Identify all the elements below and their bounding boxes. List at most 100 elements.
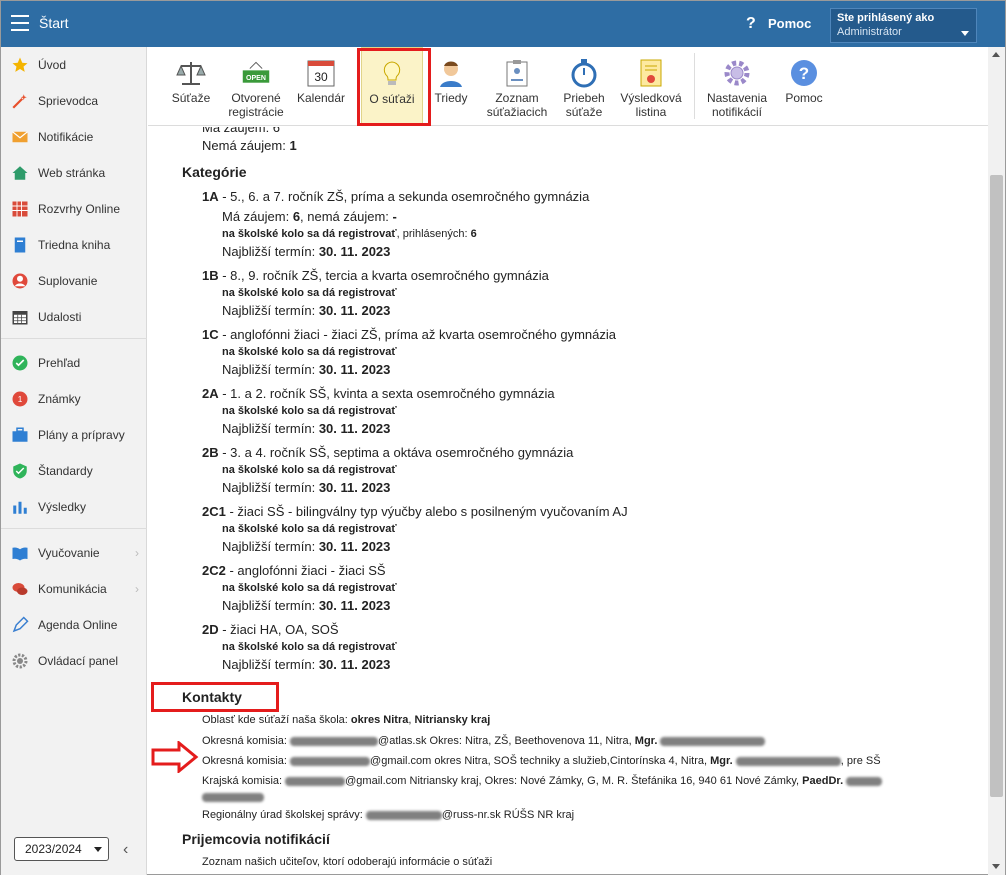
term-value: 30. 11. 2023 [318, 598, 391, 613]
scales-icon [176, 58, 206, 88]
contact-label: Okresná komisia: [202, 735, 291, 747]
contact-address: Nitriansky kraj, Okres: Nové Zámky, G, M… [406, 775, 803, 787]
sidebar-item-rozvrhy[interactable]: Rozvrhy Online [1, 193, 147, 225]
red-arrow-icon [151, 741, 199, 773]
chevron-down-icon [94, 847, 102, 852]
contact-title: Mgr. [634, 735, 658, 747]
sidebar-item-suplovanie[interactable]: Suplovanie [1, 265, 147, 297]
sidebar-item-znamky[interactable]: 1 Známky [1, 383, 147, 415]
toolbar-pomoc-button[interactable]: ? Pomoc [780, 47, 828, 126]
category-code: 1C [202, 327, 219, 342]
house-icon [11, 164, 29, 182]
sidebar-item-web-stranka[interactable]: Web stránka [1, 157, 147, 189]
sidebar-item-label: Udalosti [38, 310, 82, 324]
help-button[interactable]: ? Pomoc [746, 15, 811, 33]
student-icon [436, 58, 466, 88]
redacted-text [285, 776, 346, 786]
toolbar-priebeh-sutaze-button[interactable]: Priebeh súťaže [558, 47, 610, 126]
star-icon [11, 56, 29, 74]
contact-okresna-komisia-2: Okresná komisia: @gmail.com okres Nitra,… [202, 755, 881, 767]
toolbar-label: Pomoc [785, 91, 823, 105]
category-interest: Má záujem: 6, nemá záujem: - [222, 209, 397, 224]
sidebar-item-komunikacia[interactable]: Komunikácia › [1, 573, 147, 605]
sidebar-item-vysledky[interactable]: Výsledky [1, 491, 147, 523]
toolbar-label: súťažiacich [486, 105, 548, 119]
svg-text:1: 1 [18, 395, 23, 404]
category-title: 1A - 5., 6. a 7. ročník ZŠ, príma a seku… [202, 189, 589, 204]
school-year-select[interactable]: 2023/2024 [14, 837, 109, 861]
collapse-sidebar-icon[interactable]: ‹ [123, 841, 128, 859]
category-desc: - 1. a 2. ročník SŠ, kvinta a sexta osem… [218, 386, 555, 401]
scroll-up-icon[interactable] [992, 52, 1000, 57]
category-code: 2C1 [202, 504, 226, 519]
toolbar-label: Priebeh [563, 91, 605, 105]
toolbar-label: Triedy [434, 91, 468, 105]
chevron-down-icon [961, 31, 969, 36]
redacted-text [290, 756, 371, 766]
user-menu[interactable]: Ste prihlásený ako Administrátor [830, 8, 977, 43]
toolbar-vysledkova-listina-button[interactable]: Výsledková listina [616, 47, 686, 126]
term-value: 30. 11. 2023 [318, 244, 391, 259]
contact-email[interactable]: @atlas.sk [378, 735, 426, 747]
contact-note: , pre SŠ [840, 755, 881, 767]
chevron-right-icon: › [135, 546, 139, 560]
pen-icon [11, 616, 29, 634]
toolbar-nastavenia-notifikacii-button[interactable]: Nastavenia notifikácií [703, 47, 771, 126]
stopwatch-icon [569, 58, 599, 88]
sidebar-item-ovladaci-panel[interactable]: Ovládací panel [1, 645, 147, 677]
toolbar-otvorene-registracie-button[interactable]: OPEN Otvorené registrácie [224, 47, 288, 126]
term-value: 30. 11. 2023 [318, 480, 391, 495]
scroll-down-icon[interactable] [992, 864, 1000, 869]
user-label: Ste prihlásený ako [837, 12, 935, 24]
sidebar-item-label: Vyučovanie [38, 546, 100, 560]
scrollbar[interactable] [988, 47, 1005, 875]
contact-email[interactable]: @russ-nr.sk [442, 809, 501, 821]
category-title: 2C2 - anglofónni žiaci - žiaci SŠ [202, 563, 386, 578]
sidebar-item-sprievodca[interactable]: Sprievodca [1, 85, 147, 117]
category-desc: - 8., 9. ročník ZŠ, tercia a kvarta osem… [218, 268, 549, 283]
sidebar-item-standardy[interactable]: Štandardy [1, 455, 147, 487]
toolbar-kalendar-button[interactable]: 30 Kalendár [292, 47, 350, 126]
redacted-text [846, 776, 883, 786]
sidebar-item-notifikacie[interactable]: Notifikácie [1, 121, 147, 153]
contact-email[interactable]: @gmail.com [345, 775, 406, 787]
contact-krajska-komisia: Krajská komisia: @gmail.com Nitriansky k… [202, 775, 883, 787]
sidebar-item-vyucovanie[interactable]: Vyučovanie › [1, 537, 147, 569]
toolbar-label: Výsledková [620, 91, 682, 105]
toolbar-triedy-button[interactable]: Triedy [429, 47, 473, 126]
app-title[interactable]: Štart [39, 15, 69, 31]
sidebar-item-plany[interactable]: Plány a prípravy [1, 419, 147, 451]
contact-email[interactable]: @gmail.com [370, 755, 431, 767]
term-value: 30. 11. 2023 [318, 657, 391, 672]
top-bar: Štart ? Pomoc Ste prihlásený ako Administ… [1, 1, 1005, 47]
category-term: Najbližší termín: 30. 11. 2023 [222, 480, 390, 495]
registration-status: na školské kolo sa dá registrovať [222, 464, 397, 476]
sidebar-item-triedna-kniha[interactable]: Triedna kniha [1, 229, 147, 261]
certificate-icon [636, 58, 666, 88]
contact-address: Okres: Nitra, ZŠ, Beethovenova 11, Nitra… [426, 735, 635, 747]
toolbar-label: Zoznam [495, 91, 539, 105]
toolbar-sutaze-button[interactable]: Súťaže [162, 47, 220, 126]
sidebar-item-agenda[interactable]: Agenda Online [1, 609, 147, 641]
sidebar-item-uvod[interactable]: Úvod [1, 49, 147, 81]
svg-text:30: 30 [314, 70, 328, 84]
highlight-box-kontakty [151, 682, 279, 712]
sidebar-item-prehlad[interactable]: Prehľad [1, 347, 147, 379]
sidebar: Úvod Sprievodca Notifikácie Web stránka … [1, 47, 147, 875]
category-registration: na školské kolo sa dá registrovať, prihl… [222, 228, 477, 240]
toolbar-zoznam-sutaziacich-button[interactable]: Zoznam súťažiacich [481, 47, 553, 126]
shield-check-icon [11, 462, 29, 480]
toolbar-label: listina [635, 105, 667, 119]
interest-value: 6 [292, 209, 301, 224]
category-term: Najbližší termín: 30. 11. 2023 [222, 421, 390, 436]
scrollbar-thumb[interactable] [990, 175, 1003, 797]
category-desc: - 3. a 4. ročník SŠ, septima a oktáva os… [218, 445, 574, 460]
category-registration: na školské kolo sa dá registrovať [222, 405, 397, 417]
hamburger-menu-icon[interactable] [11, 15, 29, 31]
toolbar: Súťaže OPEN Otvorené registrácie 30 Kale… [148, 47, 988, 126]
sidebar-item-udalosti[interactable]: Udalosti [1, 301, 147, 333]
term-label: Najbližší termín: [222, 480, 319, 495]
redacted-text [660, 736, 766, 746]
area-value: okres Nitra [350, 714, 409, 726]
school-year-value: 2023/2024 [25, 842, 82, 856]
